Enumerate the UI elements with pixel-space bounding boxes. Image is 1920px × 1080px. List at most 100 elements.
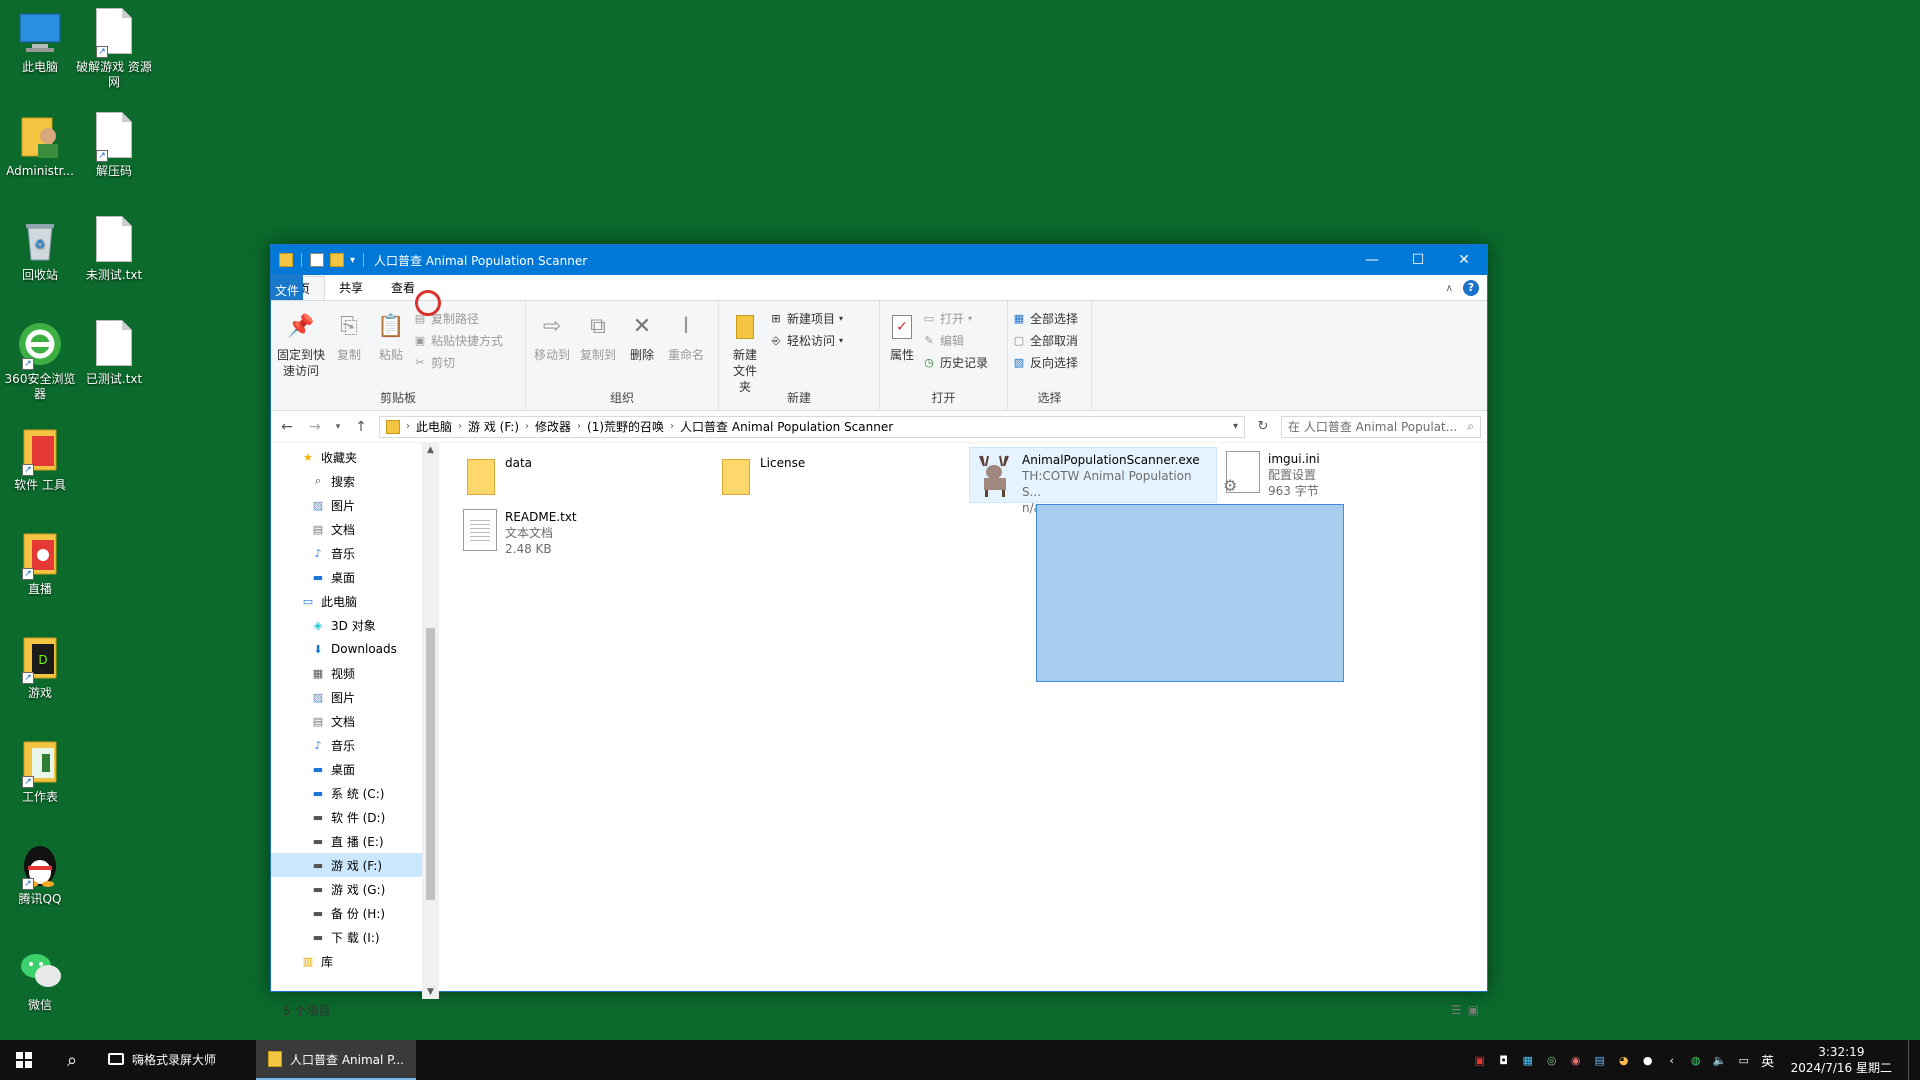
breadcrumb-this-pc[interactable]: 此电脑 (416, 418, 452, 435)
qq-icon[interactable]: ● (1641, 1053, 1655, 1067)
nav-scrollbar[interactable]: ▲ ▼ (422, 443, 439, 999)
taskbar-item-explorer[interactable]: 人口普查 Animal P... (256, 1040, 416, 1080)
paste-shortcut-button[interactable]: ▣ 粘贴快捷方式 (413, 331, 503, 350)
desktop-icon-unzip-code[interactable]: ↗ 解压码 (74, 112, 154, 179)
nav-item[interactable]: ★ 收藏夹 (271, 445, 439, 469)
desktop-icon-worksheet[interactable]: ↗ 工作表 (0, 738, 80, 805)
address-bar[interactable]: › 此电脑 › 游 戏 (F:) › 修改器 › (1)荒野的召唤 › 人口普查… (379, 415, 1245, 438)
nav-item[interactable]: ▤ 文档 (271, 517, 439, 541)
breadcrumb-drive-f[interactable]: 游 戏 (F:) (468, 418, 519, 435)
desktop-icon-software-tools[interactable]: ↗ 软件 工具 (0, 426, 80, 493)
scroll-thumb[interactable] (426, 628, 435, 900)
show-desktop-button[interactable] (1908, 1040, 1912, 1080)
desktop-icon-live[interactable]: ↗ 直播 (0, 530, 80, 597)
desktop-icon-qq[interactable]: ↗ 腾讯QQ (0, 840, 80, 907)
chevron-down-icon[interactable]: ▾ (1233, 421, 1238, 432)
easy-access-button[interactable]: ⎆ 轻松访问 ▾ (769, 331, 843, 350)
recent-locations-button[interactable]: ▾ (333, 422, 343, 432)
breadcrumb-current-folder[interactable]: 人口普查 Animal Population Scanner (680, 418, 893, 435)
nav-item[interactable]: ⌕ 搜索 (271, 469, 439, 493)
nav-item[interactable]: ▬ 系 统 (C:) (271, 781, 439, 805)
select-all-button[interactable]: ▦ 全部选择 (1012, 309, 1078, 328)
title-bar[interactable]: ▾ 人口普查 Animal Population Scanner — ☐ ✕ (271, 245, 1487, 275)
clock[interactable]: 3:32:19 2024/7/16 星期二 (1785, 1044, 1898, 1076)
nav-item[interactable]: ▭ 此电脑 (271, 589, 439, 613)
minimize-button[interactable]: — (1349, 245, 1395, 275)
tab-file[interactable]: 文件 (271, 274, 304, 300)
search-icon[interactable]: ⌕ (48, 1040, 96, 1080)
nav-item[interactable]: ▬ 桌面 (271, 565, 439, 589)
file-item-readme[interactable]: README.txt 文本文档 2.48 KB (459, 505, 679, 561)
cut-button[interactable]: ✂ 剪切 (413, 353, 503, 372)
back-button[interactable]: ← (277, 419, 297, 435)
desktop-icon-wechat[interactable]: 微信 (0, 946, 80, 1013)
ime-indicator[interactable]: 英 (1761, 1053, 1775, 1070)
nav-item[interactable]: ▬ 下 载 (I:) (271, 925, 439, 949)
chevron-down-icon[interactable]: ▾ (350, 255, 355, 266)
desktop-icon-360-browser[interactable]: ↗ 360安全浏览器 (0, 320, 80, 402)
camera-icon[interactable]: ◘ (1497, 1053, 1511, 1067)
scroll-up-icon[interactable]: ▲ (422, 445, 439, 455)
tray-app-icon[interactable]: ◕ (1617, 1053, 1631, 1067)
nav-item[interactable]: ◈ 3D 对象 (271, 613, 439, 637)
start-button[interactable] (0, 1040, 48, 1080)
edit-button[interactable]: ✎ 编辑 (922, 331, 988, 350)
desktop-icon-tested-txt[interactable]: 已测试.txt (74, 320, 154, 387)
nav-item[interactable]: ⬇ Downloads (271, 637, 439, 661)
new-item-button[interactable]: ⊞ 新建项目 ▾ (769, 309, 843, 328)
tray-app-icon[interactable]: ◉ (1569, 1053, 1583, 1067)
large-icons-view-icon[interactable]: ▣ (1468, 1003, 1479, 1017)
desktop-icon-crack-resource[interactable]: ↗ 破解游戏 资源网 (74, 8, 154, 90)
tray-app-icon[interactable]: ▦ (1521, 1053, 1535, 1067)
close-button[interactable]: ✕ (1441, 245, 1487, 275)
nav-item[interactable]: ▬ 游 戏 (F:) (271, 853, 439, 877)
file-item-scanner-exe[interactable]: AnimalPopulationScanner.exe TH:COTW Anim… (969, 447, 1217, 515)
desktop-icon-administrator[interactable]: Administr... (0, 112, 80, 179)
desktop-icon-untested-txt[interactable]: 未测试.txt (74, 216, 154, 283)
tray-app-icon[interactable]: ▣ (1473, 1053, 1487, 1067)
nav-item[interactable]: ▥ 库 (271, 949, 439, 973)
desktop-icon-games[interactable]: D ↗ 游戏 (0, 634, 80, 701)
nav-item[interactable]: ▨ 图片 (271, 493, 439, 517)
breadcrumb-call-of-the-wild[interactable]: (1)荒野的召唤 (587, 418, 664, 435)
nav-item[interactable]: ♪ 音乐 (271, 541, 439, 565)
history-button[interactable]: ◷ 历史记录 (922, 353, 988, 372)
nav-item[interactable]: ▤ 文档 (271, 709, 439, 733)
tray-app-icon[interactable]: ▤ (1593, 1053, 1607, 1067)
desktop-icon-recycle-bin[interactable]: ♻ 回收站 (0, 216, 80, 283)
taskbar-item-recorder[interactable]: 嗨格式录屏大师 (96, 1040, 256, 1080)
network-icon[interactable]: ▭ (1737, 1053, 1751, 1067)
nav-item[interactable]: ▬ 游 戏 (G:) (271, 877, 439, 901)
help-icon[interactable]: ? (1463, 280, 1479, 296)
nav-item[interactable]: ▬ 直 播 (E:) (271, 829, 439, 853)
tab-share[interactable]: 共享 (325, 276, 377, 300)
select-none-button[interactable]: ▢ 全部取消 (1012, 331, 1078, 350)
invert-selection-button[interactable]: ▧ 反向选择 (1012, 353, 1078, 372)
nav-item[interactable]: ▬ 桌面 (271, 757, 439, 781)
details-view-icon[interactable]: ☰ (1451, 1003, 1462, 1017)
chevron-left-icon[interactable]: ‹ (1665, 1053, 1679, 1067)
file-item-data[interactable]: data (459, 451, 679, 499)
new-folder-icon[interactable] (330, 253, 344, 267)
nav-item[interactable]: ▬ 软 件 (D:) (271, 805, 439, 829)
nav-item[interactable]: ♪ 音乐 (271, 733, 439, 757)
search-box[interactable]: 在 人口普查 Animal Populat... ⌕ (1281, 415, 1481, 438)
nav-item[interactable]: ▬ 备 份 (H:) (271, 901, 439, 925)
properties-icon[interactable] (310, 253, 324, 267)
nav-item[interactable]: ▨ 图片 (271, 685, 439, 709)
scroll-down-icon[interactable]: ▼ (422, 987, 439, 997)
collapse-ribbon-icon[interactable]: ∧ (1446, 283, 1453, 294)
wechat-icon[interactable]: ◍ (1689, 1053, 1703, 1067)
up-button[interactable]: ↑ (351, 419, 371, 435)
breadcrumb-trainer[interactable]: 修改器 (535, 418, 571, 435)
nav-item[interactable]: ▦ 视频 (271, 661, 439, 685)
forward-button[interactable]: → (305, 419, 325, 435)
open-button[interactable]: ▭ 打开 ▾ (922, 309, 988, 328)
tray-app-icon[interactable]: ◎ (1545, 1053, 1559, 1067)
file-item-imgui-ini[interactable]: ⚙ imgui.ini 配置设置 963 字节 (1222, 447, 1372, 503)
volume-icon[interactable]: 🔈 (1713, 1053, 1727, 1067)
file-item-license[interactable]: License (714, 451, 934, 499)
maximize-button[interactable]: ☐ (1395, 245, 1441, 275)
desktop-icon-this-pc[interactable]: 此电脑 (0, 8, 80, 75)
refresh-button[interactable]: ↻ (1253, 419, 1273, 434)
